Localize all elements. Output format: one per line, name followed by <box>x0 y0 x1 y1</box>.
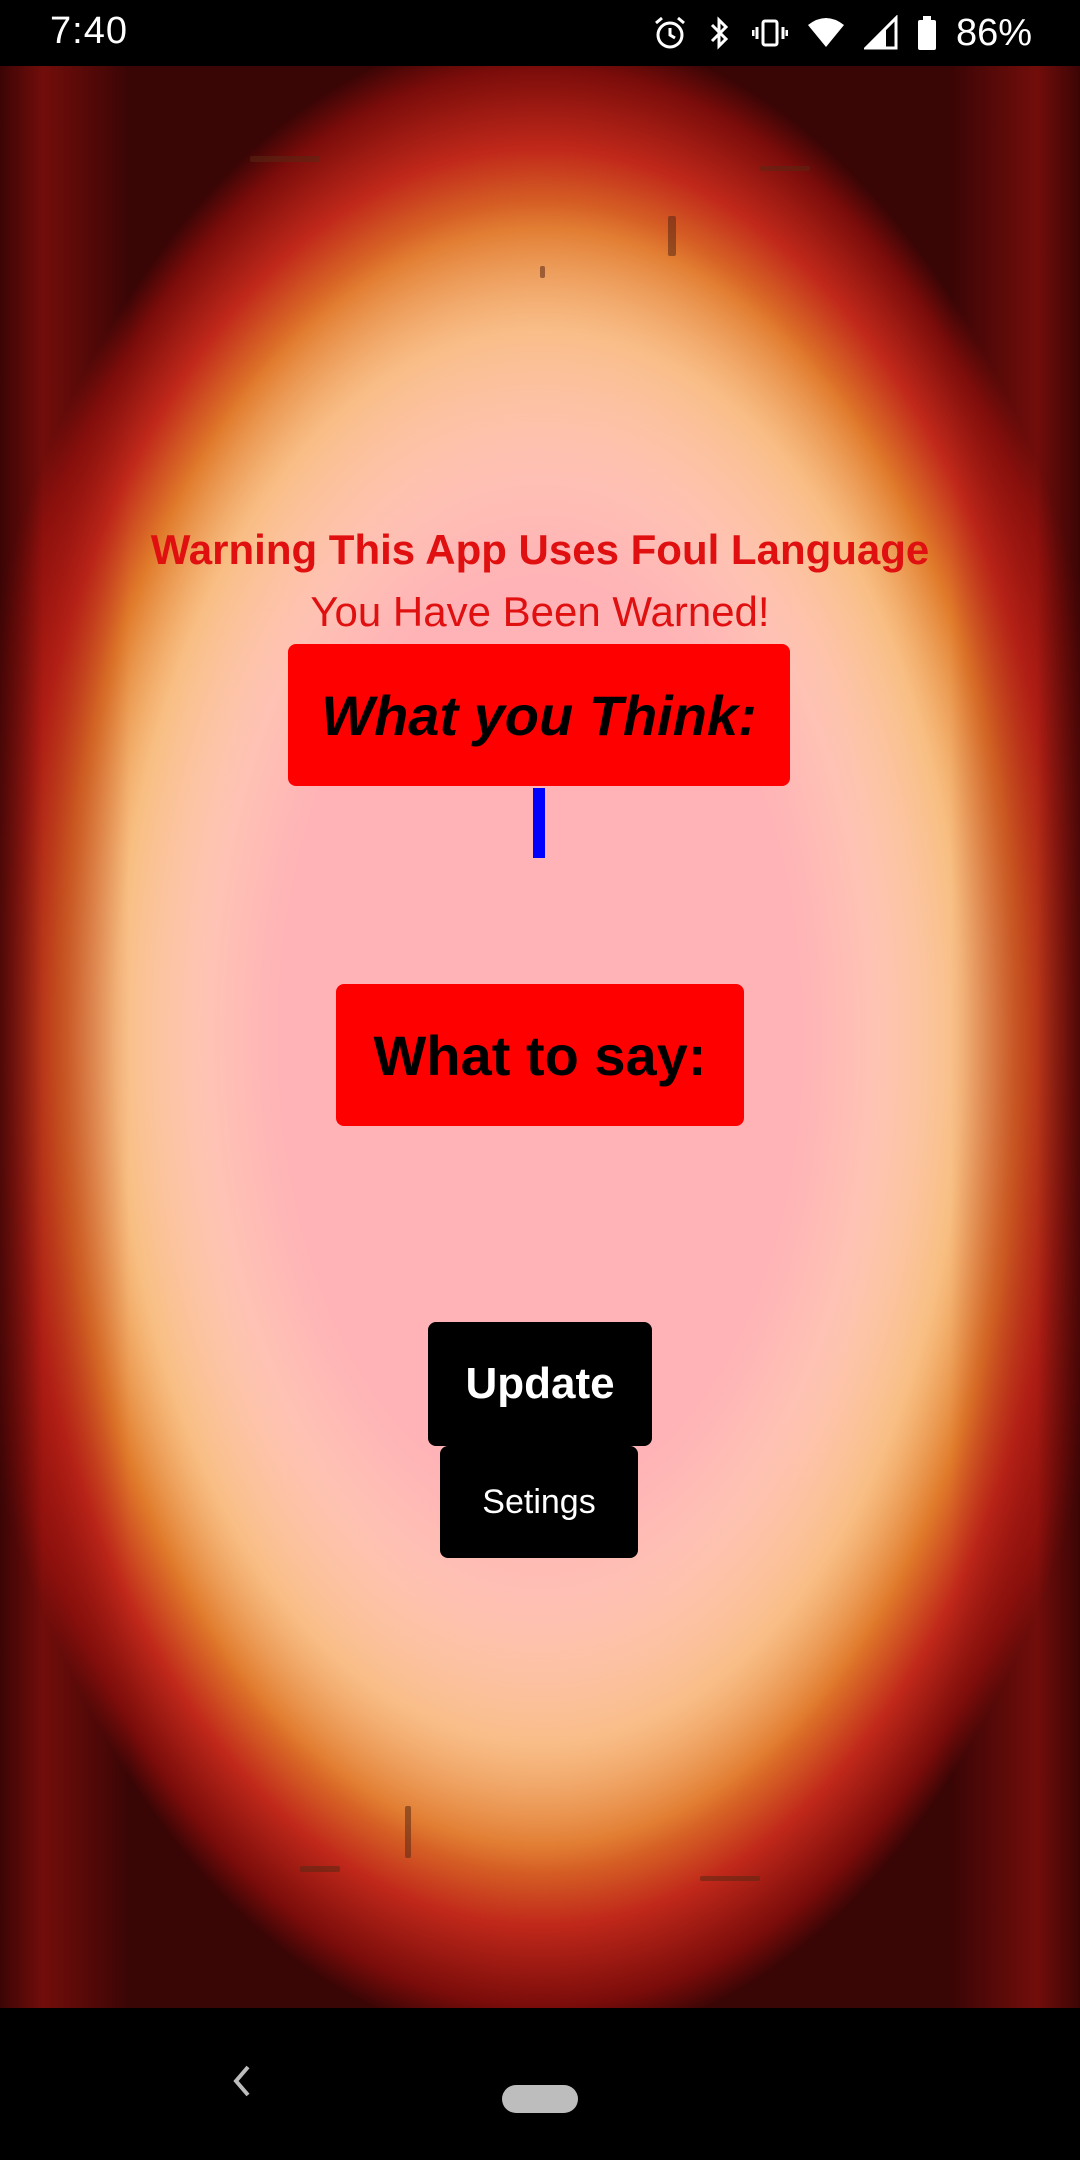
warning-title: Warning This App Uses Foul Language <box>150 526 930 573</box>
what-to-say-box: What to say: <box>336 984 744 1126</box>
status-bar: 7:40 86% <box>0 0 1080 66</box>
what-you-think-box: What you Think: <box>288 644 790 786</box>
navigation-bar <box>0 2008 1080 2160</box>
home-pill-icon[interactable] <box>502 2085 578 2113</box>
battery-percent: 86% <box>955 11 1032 54</box>
wifi-icon <box>806 15 846 51</box>
app-background: Warning This App Uses Foul Language You … <box>0 66 1080 2008</box>
battery-icon <box>916 15 938 51</box>
what-to-say-label: What to say: <box>373 1023 707 1087</box>
text-input-cursor[interactable] <box>533 788 545 858</box>
status-icons: 86% <box>652 10 1032 56</box>
bluetooth-icon <box>706 15 734 51</box>
what-you-think-label: What you Think: <box>321 683 757 747</box>
warning-subtitle: You Have Been Warned! <box>310 588 770 635</box>
settings-button[interactable]: Setings <box>440 1446 638 1558</box>
cell-signal-icon <box>863 15 898 51</box>
status-time: 7:40 <box>50 10 128 52</box>
back-icon[interactable] <box>222 2056 262 2106</box>
alarm-icon <box>652 15 688 51</box>
update-button[interactable]: Update <box>428 1322 652 1446</box>
vibrate-icon <box>751 15 788 51</box>
